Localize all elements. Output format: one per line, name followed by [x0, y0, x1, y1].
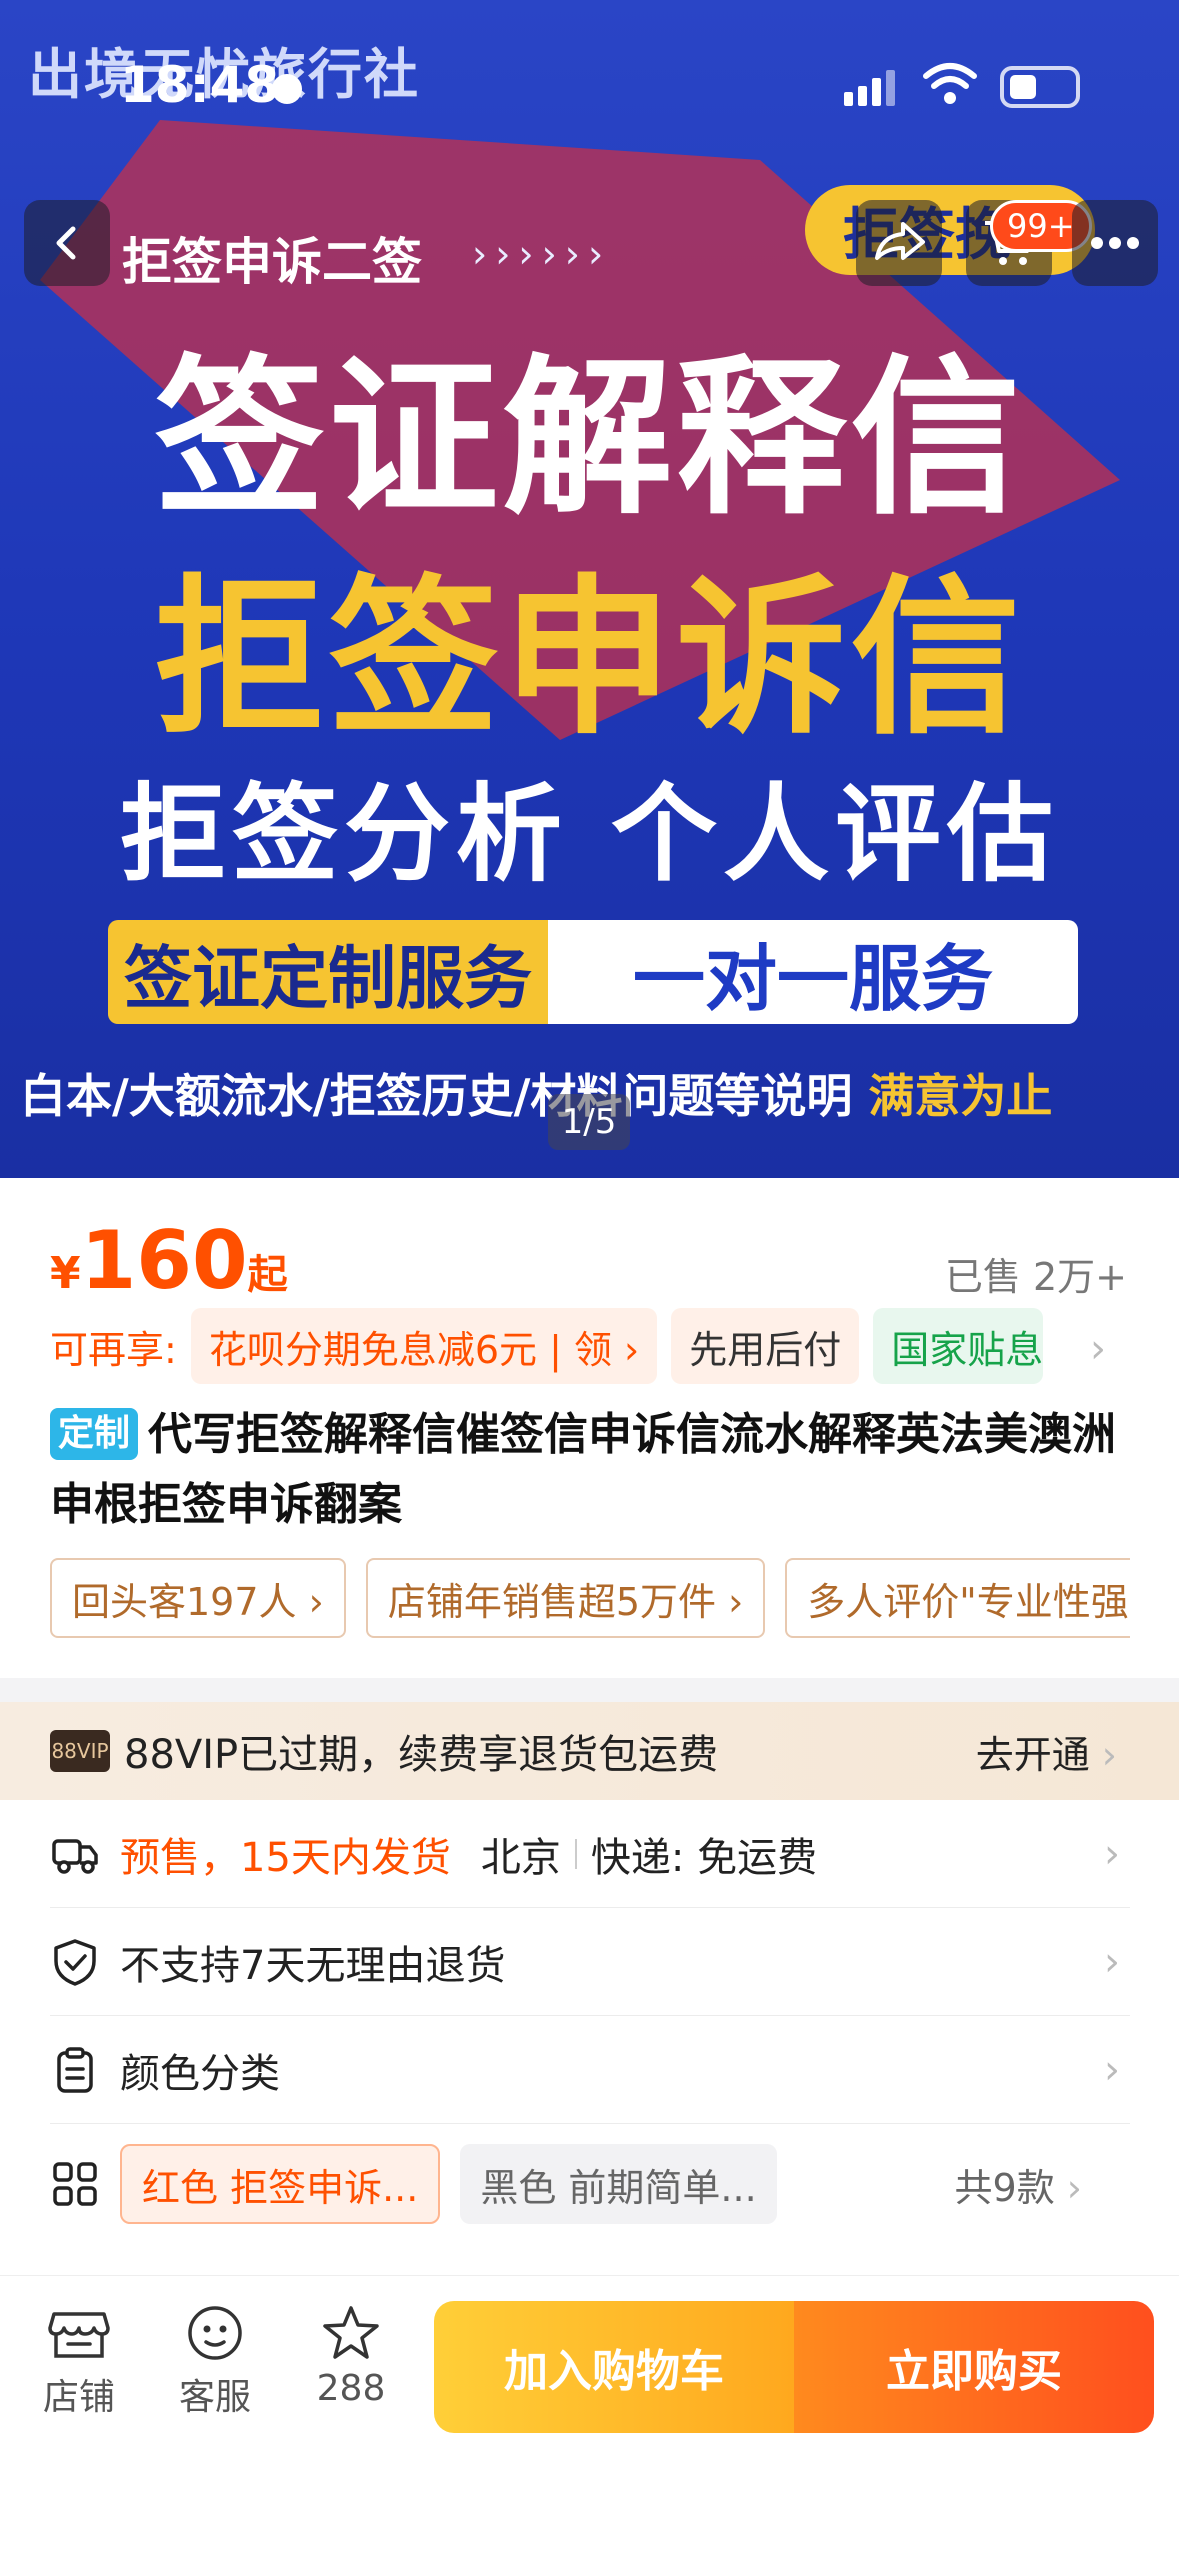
chevron-left-icon: [56, 226, 76, 260]
grid-icon: [53, 2162, 97, 2206]
variants-row[interactable]: 颜色分类 ›: [50, 2016, 1130, 2124]
hero-arrows: ››››››: [472, 232, 612, 276]
separator: [574, 1838, 577, 1869]
status-time: 18:48: [120, 56, 280, 114]
shop-tab[interactable]: 店铺: [24, 2304, 134, 2420]
shipping-fee: 快递: 免运费: [590, 1834, 818, 1881]
product-title-text: 代写拒签解释信催签信申诉信流水解释英法美澳洲申根拒签申诉翻案: [50, 1409, 1117, 1530]
hero-banner-right: 一对一服务: [548, 920, 1078, 1024]
purchase-actions: 加入购物车 立即购买: [434, 2301, 1154, 2433]
chevron-right-icon: ›: [1104, 1830, 1120, 1877]
status-bar: 18:48: [0, 0, 1179, 130]
vip-logo: 88VIP: [50, 1730, 110, 1772]
cellular-signal-icon: [844, 70, 895, 106]
huabei-coupon-chip[interactable]: 花呗分期免息减6元 | 领 ›: [190, 1308, 658, 1384]
product-info: ¥160起 已售 2万+ 可再享: 花呗分期免息减6元 | 领 › 先用后付 国…: [0, 1178, 1179, 1678]
vip-activate-label: 去开通: [975, 1732, 1090, 1777]
price-suffix: 起: [247, 1252, 288, 1298]
service-label: 客服: [178, 2377, 251, 2418]
favorite-tab[interactable]: 288: [296, 2304, 406, 2409]
back-button[interactable]: [24, 200, 110, 286]
store-icon: [48, 2312, 110, 2358]
section-divider: [0, 1678, 1179, 1702]
variants-title: 颜色分类: [120, 2050, 280, 2097]
star-icon: [323, 2306, 379, 2359]
image-counter: 1/5: [548, 1094, 630, 1150]
returns-policy: 不支持7天无理由退货: [120, 1942, 506, 1989]
perks-row: 可再享: 花呗分期免息减6元 | 领 › 先用后付 国家贴息: [50, 1306, 1044, 1386]
more-button[interactable]: [1072, 200, 1158, 286]
vip-banner[interactable]: 88VIP 88VIP已过期，续费享退货包运费 去开通 ›: [0, 1702, 1179, 1800]
hero-subtitle: 拒签申诉二签: [122, 233, 422, 291]
share-icon: [875, 222, 925, 260]
battery-icon: [1000, 66, 1080, 108]
hero-headline-3: 拒签分析 个人评估: [120, 773, 1059, 896]
chevron-right-icon: ›: [1066, 2165, 1082, 2210]
sold-count: 已售 2万+: [944, 1255, 1127, 1299]
sku-count[interactable]: 共9款 ›: [955, 2157, 1082, 2212]
add-to-cart-button[interactable]: 加入购物车: [434, 2301, 794, 2433]
location-indicator-icon: [272, 74, 302, 104]
presale-text: 预售，15天内发货: [120, 1834, 451, 1881]
shipping-row[interactable]: 预售，15天内发货 北京 快递: 免运费 ›: [50, 1800, 1130, 1908]
bottom-action-bar: 店铺 客服 288 加入购物车 立即购买: [0, 2275, 1179, 2556]
hero-note-highlight: 满意为止: [868, 1069, 1053, 1123]
delivery-truck-icon: [52, 1838, 98, 1874]
custom-tag: 定制: [50, 1408, 139, 1460]
repeat-customer-badge[interactable]: 回头客197人 ›: [50, 1558, 346, 1638]
share-button[interactable]: [856, 200, 942, 286]
reputation-badges: 回头客197人 › 店铺年销售超5万件 › 多人评价"专业性强: [50, 1558, 1130, 1638]
national-subsidy-chip[interactable]: 国家贴息: [873, 1308, 1044, 1384]
sku-option-red[interactable]: 红色 拒签申诉...: [120, 2144, 441, 2224]
vip-text: 88VIP已过期，续费享退货包运费: [124, 1732, 719, 1778]
ship-city: 北京: [480, 1834, 561, 1881]
hero-banner-left: 签证定制服务: [108, 920, 548, 1024]
shield-check-icon: [54, 1938, 96, 1986]
chat-face-icon: [188, 2306, 242, 2360]
price-value: 160: [80, 1214, 248, 1307]
price: ¥160起: [50, 1214, 288, 1307]
hero-headline-2: 拒签申诉信: [154, 560, 1025, 758]
perks-label: 可再享:: [50, 1327, 177, 1372]
review-highlight-badge[interactable]: 多人评价"专业性强: [785, 1558, 1130, 1638]
product-title: 定制 代写拒签解释信催签信申诉信流水解释英法美澳洲申根拒签申诉翻案: [50, 1400, 1140, 1540]
chevron-right-icon: ›: [1104, 2046, 1120, 2093]
returns-row[interactable]: 不支持7天无理由退货 ›: [50, 1908, 1130, 2016]
hero-headline-1: 签证解释信: [154, 340, 1025, 538]
sku-count-label: 共9款: [954, 2165, 1055, 2210]
chevron-right-icon: ›: [1101, 1732, 1117, 1777]
shop-label: 店铺: [42, 2377, 115, 2418]
clipboard-icon: [57, 2046, 93, 2093]
price-currency: ¥: [50, 1248, 81, 1299]
customer-service-tab[interactable]: 客服: [160, 2304, 270, 2420]
wifi-icon: [923, 63, 977, 104]
hero-banner: 签证定制服务 一对一服务: [108, 920, 1078, 1024]
sku-option-black[interactable]: 黑色 前期简单...: [460, 2144, 777, 2224]
annual-sales-badge[interactable]: 店铺年销售超5万件 ›: [365, 1558, 766, 1638]
product-image-carousel[interactable]: 出境无忧旅行社 拒签申诉二签 ›››››› 拒签挽 签证解释信 拒签申诉信 拒签…: [0, 0, 1179, 1178]
vip-activate-link[interactable]: 去开通 ›: [976, 1724, 1117, 1779]
chevron-right-icon: ›: [1104, 1938, 1120, 1985]
favorites-count: 288: [316, 2368, 386, 2409]
hero-note-text: 白本/大额流水/拒签历史/材料问题等说明: [20, 1069, 853, 1123]
chevron-right-icon[interactable]: ›: [1090, 1326, 1106, 1372]
buy-now-button[interactable]: 立即购买: [794, 2301, 1154, 2433]
sku-row: 红色 拒签申诉... 黑色 前期简单... 共9款 ›: [50, 2124, 1130, 2244]
more-icon: [1091, 237, 1139, 249]
detail-rows: 预售，15天内发货 北京 快递: 免运费 › 不支持7天无理由退货 › 颜色分类…: [0, 1800, 1179, 2275]
pay-later-chip[interactable]: 先用后付: [671, 1308, 860, 1384]
